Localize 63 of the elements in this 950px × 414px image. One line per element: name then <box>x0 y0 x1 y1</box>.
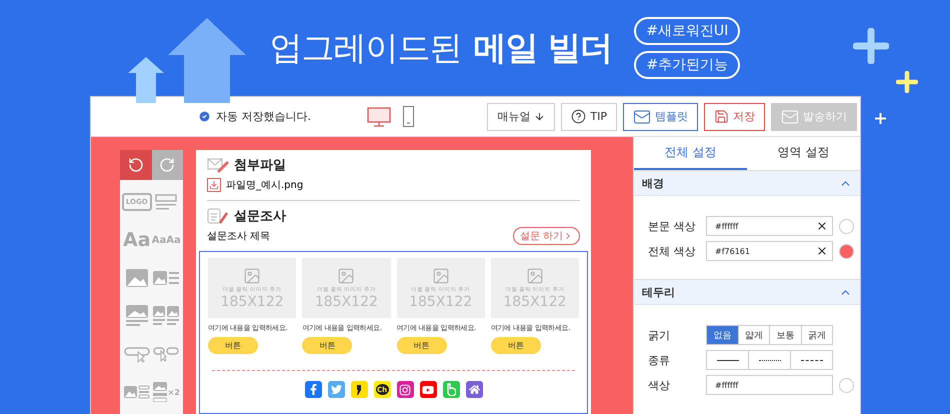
help-icon <box>571 109 586 124</box>
thickness-option[interactable]: 없음 <box>707 326 738 344</box>
color-swatch[interactable] <box>839 218 854 234</box>
section-header[interactable]: 배경 <box>634 171 860 196</box>
manual-button[interactable]: 매뉴얼 <box>487 102 556 130</box>
image-icon <box>337 266 356 284</box>
field-label: 굵기 <box>648 328 671 342</box>
envelope-icon <box>781 108 799 126</box>
plus-icon <box>875 113 886 124</box>
template-button[interactable]: 템플릿 <box>623 102 698 130</box>
tip-button[interactable]: TIP <box>561 102 617 130</box>
clear-icon[interactable] <box>816 245 828 257</box>
check-icon <box>198 110 211 123</box>
bird-icon[interactable] <box>328 381 344 398</box>
phone-icon[interactable] <box>403 106 414 127</box>
banner-title-bold: 메일 빌더 <box>474 26 612 68</box>
image-icon <box>526 266 544 284</box>
instagram-icon[interactable] <box>396 381 414 398</box>
section-title: 설문조사 <box>234 208 286 225</box>
comma-icon[interactable] <box>350 381 368 398</box>
section-header[interactable]: 테두리 <box>634 280 860 305</box>
plus-icon <box>853 28 889 64</box>
hashtag-pill: #새로워진UI <box>634 17 740 45</box>
redo-icon <box>159 157 176 173</box>
undo-button[interactable] <box>120 150 152 180</box>
hashtag-pill: #추가된기능 <box>634 51 740 79</box>
color-swatch[interactable] <box>839 378 854 392</box>
autosave-status: 자동 저장했습니다. <box>198 109 311 124</box>
facebook-icon[interactable] <box>304 381 322 398</box>
card-button[interactable]: 버튼 <box>208 337 258 354</box>
home-icon[interactable] <box>466 381 482 398</box>
card-button[interactable]: 버튼 <box>396 337 446 354</box>
clipboard-pen-icon <box>207 208 229 224</box>
undo-icon <box>128 157 144 173</box>
envelope-icon <box>633 108 651 126</box>
color-input[interactable]: #ffffff <box>706 375 833 395</box>
card-button[interactable]: 버튼 <box>490 337 541 354</box>
image-pair-tool-icon[interactable] <box>153 304 180 328</box>
monitor-icon[interactable] <box>367 106 391 126</box>
color-swatch[interactable] <box>839 244 854 258</box>
image-caption-tool-icon[interactable] <box>124 304 150 328</box>
plus-icon <box>896 71 918 93</box>
field-label: 전체 색상 <box>648 244 696 258</box>
field-label: 본문 색상 <box>648 218 696 234</box>
image-icon <box>432 266 450 284</box>
save-icon <box>714 109 729 124</box>
clear-icon[interactable] <box>816 220 828 232</box>
survey-title: 설문조사 제목 <box>207 230 270 243</box>
image-icon <box>243 266 262 284</box>
card-button[interactable]: 버튼 <box>302 337 352 354</box>
play-icon[interactable] <box>420 381 436 398</box>
image-tool-icon[interactable] <box>124 266 150 290</box>
banner-title: 업그레이드된 <box>270 26 462 68</box>
field-label: 색상 <box>648 378 671 392</box>
color-input[interactable]: #ffffff <box>706 216 833 236</box>
field-label: 종류 <box>648 352 671 368</box>
section-title: 첨부파일 <box>234 157 286 174</box>
color-input[interactable]: #f76161 <box>706 241 833 261</box>
download-arrow-icon <box>534 111 546 122</box>
envelope-clip-icon <box>207 157 229 173</box>
attachment-file-link[interactable]: 파일명_예시.png <box>226 178 304 192</box>
save-button[interactable]: 저장 <box>704 102 765 130</box>
download-icon <box>207 178 221 192</box>
